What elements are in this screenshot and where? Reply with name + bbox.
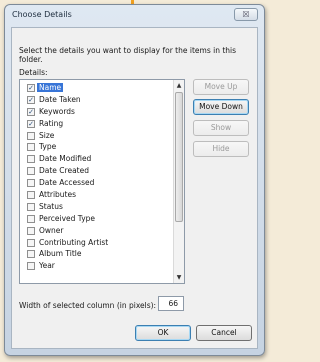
list-item-label: Date Accessed bbox=[39, 178, 95, 188]
ok-button[interactable]: OK bbox=[135, 325, 191, 341]
list-item-label: Date Modified bbox=[39, 154, 92, 164]
list-item[interactable]: Type bbox=[20, 141, 174, 153]
list-item[interactable]: Perceived Type bbox=[20, 213, 174, 225]
list-scrollbar[interactable]: ▲ ▼ bbox=[173, 80, 184, 283]
scroll-up-icon[interactable]: ▲ bbox=[174, 80, 184, 91]
list-item-label: Owner bbox=[39, 225, 64, 235]
list-item[interactable]: Date Created bbox=[20, 165, 174, 177]
list-item-label: Keywords bbox=[39, 106, 75, 116]
list-item-label: Year bbox=[39, 261, 55, 271]
move-down-button[interactable]: Move Down bbox=[193, 99, 249, 115]
item-checkbox[interactable]: ✓ bbox=[27, 119, 35, 128]
item-checkbox[interactable] bbox=[27, 143, 35, 152]
list-item-label: Date Taken bbox=[39, 94, 81, 104]
show-button[interactable]: Show bbox=[193, 120, 249, 136]
list-item[interactable]: ✓ Keywords bbox=[20, 106, 174, 118]
list-item-label: Rating bbox=[39, 118, 64, 128]
list-item-label: Name bbox=[37, 83, 64, 92]
dialog-title: Choose Details bbox=[12, 10, 72, 19]
item-checkbox[interactable] bbox=[27, 131, 35, 140]
list-item-label: Contributing Artist bbox=[39, 237, 109, 247]
column-width-input[interactable]: 66 bbox=[158, 296, 184, 311]
list-item-label: Date Created bbox=[39, 166, 89, 176]
item-checkbox[interactable] bbox=[27, 202, 35, 211]
check-icon: ✓ bbox=[28, 119, 34, 128]
list-item-label: Album Title bbox=[39, 249, 82, 259]
list-item-label: Size bbox=[39, 130, 55, 140]
list-item[interactable]: Date Modified bbox=[20, 153, 174, 165]
item-checkbox[interactable] bbox=[27, 179, 35, 188]
item-checkbox[interactable] bbox=[27, 214, 35, 223]
scroll-thumb[interactable] bbox=[175, 92, 183, 222]
item-checkbox[interactable] bbox=[27, 155, 35, 164]
close-button[interactable]: ☒ bbox=[234, 8, 258, 21]
title-bar: Choose Details ☒ bbox=[5, 5, 264, 25]
hide-button[interactable]: Hide bbox=[193, 141, 249, 157]
choose-details-dialog: Choose Details ☒ Select the details you … bbox=[4, 4, 265, 356]
details-label: Details: bbox=[19, 68, 48, 77]
list-item-label: Perceived Type bbox=[39, 213, 96, 223]
item-checkbox[interactable] bbox=[27, 250, 35, 259]
dialog-body: Select the details you want to display f… bbox=[11, 27, 258, 349]
item-checkbox[interactable]: ✓ bbox=[27, 107, 35, 116]
list-item-label: Status bbox=[39, 201, 63, 211]
cancel-button[interactable]: Cancel bbox=[196, 325, 252, 341]
column-width-label: Width of selected column (in pixels): bbox=[19, 301, 157, 310]
list-item[interactable]: Date Accessed bbox=[20, 177, 174, 189]
details-list: ✓ Name ✓ Date Taken ✓ Keywords ✓ Rating Size Type… bbox=[20, 82, 174, 272]
list-item[interactable]: ✓ Rating bbox=[20, 118, 174, 130]
list-item[interactable]: Status bbox=[20, 201, 174, 213]
list-item[interactable]: Size bbox=[20, 130, 174, 142]
close-icon: ☒ bbox=[242, 10, 250, 19]
list-item-label: Attributes bbox=[39, 190, 77, 200]
list-item[interactable]: Owner bbox=[20, 225, 174, 237]
move-up-button[interactable]: Move Up bbox=[193, 79, 249, 95]
item-checkbox[interactable]: ✓ bbox=[27, 95, 35, 104]
scroll-down-icon[interactable]: ▼ bbox=[174, 272, 184, 283]
list-item[interactable]: Contributing Artist bbox=[20, 237, 174, 249]
check-icon: ✓ bbox=[28, 84, 34, 92]
item-checkbox[interactable] bbox=[27, 191, 35, 200]
check-icon: ✓ bbox=[28, 107, 34, 116]
item-checkbox[interactable]: ✓ bbox=[27, 84, 35, 92]
item-checkbox[interactable] bbox=[27, 226, 35, 235]
list-item[interactable]: ✓ Date Taken bbox=[20, 94, 174, 106]
list-item[interactable]: ✓ Name bbox=[20, 82, 174, 94]
details-listbox[interactable]: ✓ Name ✓ Date Taken ✓ Keywords ✓ Rating Size Type… bbox=[19, 79, 185, 284]
list-item[interactable]: Album Title bbox=[20, 248, 174, 260]
list-item-label: Type bbox=[39, 142, 57, 152]
instruction-text: Select the details you want to display f… bbox=[19, 46, 237, 64]
item-checkbox[interactable] bbox=[27, 167, 35, 176]
item-checkbox[interactable] bbox=[27, 262, 35, 271]
list-item[interactable]: Attributes bbox=[20, 189, 174, 201]
list-item[interactable]: Year bbox=[20, 260, 174, 272]
check-icon: ✓ bbox=[28, 95, 34, 104]
item-checkbox[interactable] bbox=[27, 238, 35, 247]
